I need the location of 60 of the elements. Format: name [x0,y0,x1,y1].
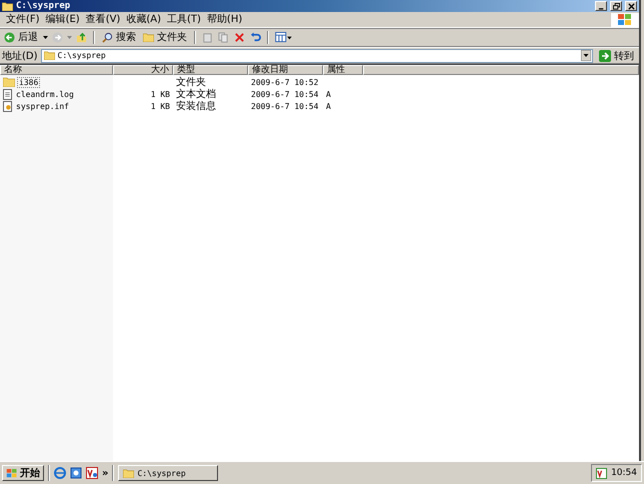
back-arrow-icon [4,32,15,42]
menu-item[interactable]: 文件(F) [6,14,40,26]
desktop-icon[interactable] [70,467,82,479]
modified-date: 2009-6-7 10:54 [250,102,320,110]
file-name[interactable]: sysprep.inf [14,100,71,112]
file-type: 文件夹 [175,76,207,88]
search-button[interactable]: 搜索 [100,30,138,44]
taskbar-button[interactable]: C:\sysprep [118,465,218,481]
delete-icon[interactable] [234,32,245,42]
folder-icon [3,77,15,87]
settings-file-icon [3,100,12,112]
column-header[interactable]: 属性 [323,65,363,75]
up-folder-icon[interactable] [76,32,87,42]
folder-icon [2,2,13,10]
modified-date: 2009-6-7 10:54 [250,90,320,98]
file-attributes: A [325,102,332,110]
column-header[interactable]: 类型 [173,65,248,75]
start-button[interactable]: 开始 [2,465,44,481]
file-type: 文本文档 [175,88,217,100]
restore-button[interactable] [610,1,622,11]
file-size: 1 KB [150,90,171,98]
windows-flag-icon [6,468,18,478]
go-button[interactable]: 转到 [596,48,637,62]
file-type: 安装信息 [175,100,217,113]
app-icon[interactable] [596,468,608,478]
address-label: 地址(D) [2,50,38,62]
menu-item[interactable]: 帮助(H) [206,14,242,26]
undo-icon[interactable] [250,32,261,42]
dropdown-arrow-icon[interactable] [43,36,48,38]
menu-item[interactable]: 查看(V) [86,14,120,26]
window-title: C:\sysprep [16,1,70,11]
back-button[interactable]: 后退 [2,30,40,44]
browser-icon[interactable] [54,467,66,479]
folder-icon [143,32,154,42]
app-icon[interactable] [86,467,98,479]
restore-icon [612,2,620,10]
menu-item[interactable]: 工具(T) [167,14,201,26]
file-name[interactable]: cleandrm.log [14,88,76,100]
views-icon[interactable] [275,32,292,42]
close-icon [628,2,634,10]
arrow-icon [599,50,611,62]
column-header[interactable]: 大小 [113,65,173,75]
more-button[interactable]: » [102,468,108,478]
clock: 10:54 [611,468,637,478]
menu-item[interactable]: 编辑(E) [46,14,80,26]
minimize-button[interactable] [595,1,607,11]
close-button[interactable] [625,1,637,11]
folders-button[interactable]: 文件夹 [141,30,189,44]
dropdown-arrow-icon[interactable] [581,50,591,61]
text-file-icon [3,88,12,100]
menu-item[interactable]: 收藏(A) [126,14,161,26]
folder-icon [123,468,134,478]
column-header[interactable]: 名称 [0,65,113,75]
modified-date: 2009-6-7 10:52 [250,78,320,86]
file-name[interactable]: i386 [17,76,40,88]
column-header[interactable]: 修改日期 [248,65,323,75]
search-icon [102,32,113,42]
address-field[interactable]: C:\sysprep [40,48,593,62]
file-size: 1 KB [150,102,171,110]
file-attributes: A [325,90,332,98]
